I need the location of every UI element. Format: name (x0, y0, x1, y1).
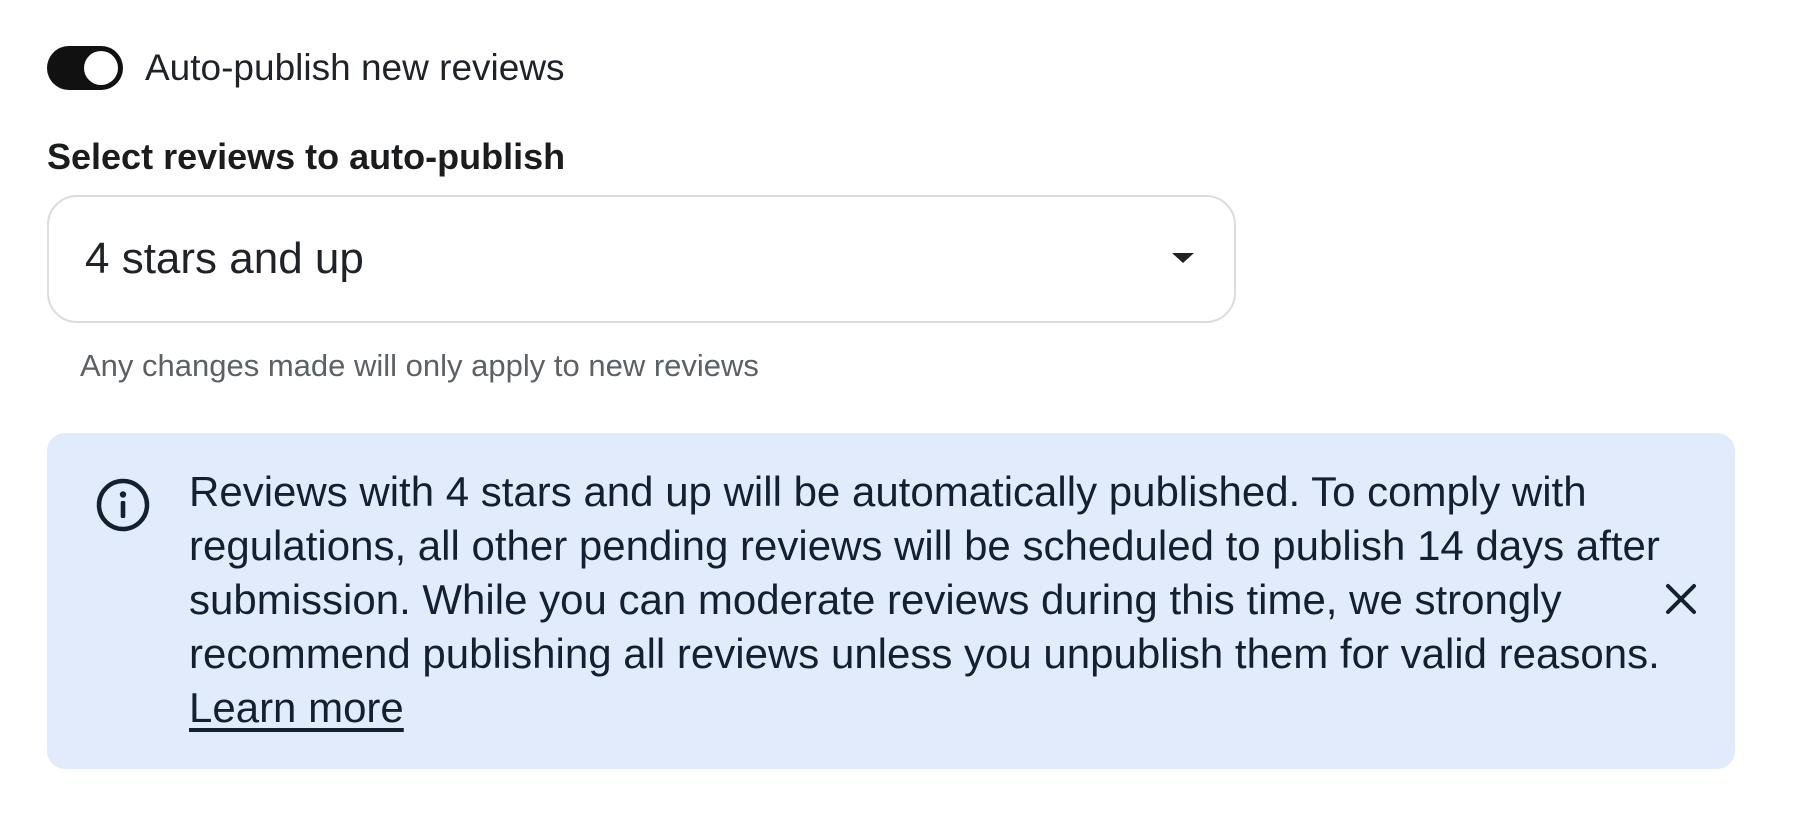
auto-publish-settings: Auto-publish new reviews Select reviews … (0, 0, 1798, 814)
learn-more-link[interactable]: Learn more (189, 684, 404, 731)
auto-publish-toggle-label: Auto-publish new reviews (145, 47, 565, 88)
caret-down-icon (1172, 253, 1194, 263)
info-banner-message: Reviews with 4 stars and up will be auto… (189, 465, 1689, 735)
review-rating-select[interactable]: 4 stars and up (47, 195, 1236, 323)
select-help-text: Any changes made will only apply to new … (80, 348, 759, 383)
toggle-knob (84, 51, 118, 85)
select-value: 4 stars and up (85, 234, 364, 283)
info-banner: Reviews with 4 stars and up will be auto… (47, 433, 1735, 769)
close-icon[interactable] (1663, 581, 1699, 617)
select-reviews-label: Select reviews to auto-publish (47, 136, 566, 177)
info-banner-text: Reviews with 4 stars and up will be auto… (189, 468, 1660, 677)
auto-publish-toggle-row: Auto-publish new reviews (47, 46, 565, 90)
auto-publish-toggle[interactable] (47, 46, 123, 90)
info-icon (96, 478, 150, 532)
